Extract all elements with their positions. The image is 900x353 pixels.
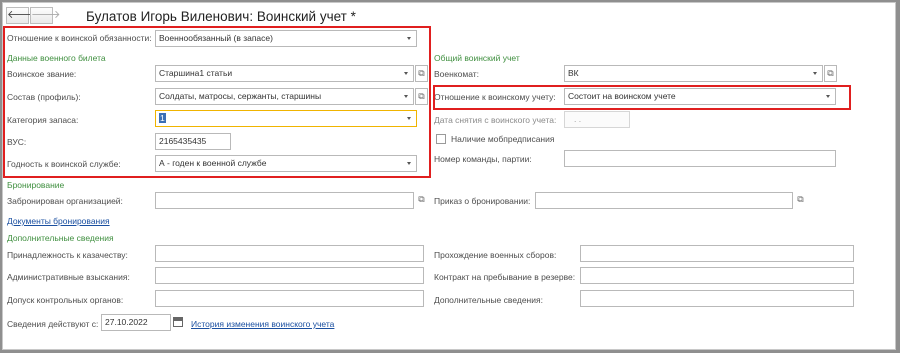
access-input[interactable] [155, 290, 424, 307]
booking-org-input[interactable] [155, 192, 414, 209]
cossack-input[interactable] [155, 245, 424, 262]
booking-org-open-icon[interactable]: ⧉ [415, 192, 428, 209]
team-number-label: Номер команды, партии: [434, 154, 532, 164]
forward-arrow-icon: 🡒 [31, 9, 61, 21]
commissariat-select[interactable]: ВК [564, 65, 823, 82]
team-number-input[interactable] [564, 150, 836, 167]
booking-section-title: Бронирование [7, 180, 65, 190]
contract-input[interactable] [580, 267, 854, 284]
booking-order-open-icon[interactable]: ⧉ [794, 192, 807, 209]
extra-info-input[interactable] [580, 290, 854, 307]
additional-section-title: Дополнительные сведения [7, 233, 114, 243]
removal-date-input[interactable]: . . [564, 111, 630, 128]
commissariat-open-icon[interactable]: ⧉ [824, 65, 837, 82]
form-window: 🡐 🡒 Булатов Игорь Виленович: Воинский уч… [2, 2, 896, 350]
cossack-label: Принадлежность к казачеству: [7, 250, 128, 260]
commissariat-value: ВК [568, 68, 579, 78]
training-input[interactable] [580, 245, 854, 262]
left-highlight-box [3, 26, 431, 178]
chevron-down-icon[interactable] [808, 66, 822, 81]
history-link[interactable]: История изменения воинского учета [191, 318, 334, 330]
forward-button[interactable]: 🡒 [30, 7, 61, 24]
booking-order-input[interactable] [535, 192, 793, 209]
valid-from-label: Сведения действуют с: [7, 319, 99, 329]
booking-org-label: Забронирован организацией: [7, 196, 123, 206]
penalty-label: Административные взыскания: [7, 272, 130, 282]
page-title: Булатов Игорь Виленович: Воинский учет * [86, 9, 356, 24]
penalty-input[interactable] [155, 267, 424, 284]
back-button[interactable]: 🡐 [6, 7, 37, 24]
access-label: Допуск контрольных органов: [7, 295, 124, 305]
removal-date-value: . . [574, 114, 582, 124]
booking-documents-link[interactable]: Документы бронирования [7, 215, 110, 227]
valid-from-value: 27.10.2022 [105, 317, 148, 327]
mob-order-checkbox[interactable] [436, 134, 446, 144]
registration-highlight-box [433, 85, 851, 110]
contract-label: Контракт на пребывание в резерве: [434, 272, 576, 282]
booking-order-label: Приказ о бронировании: [434, 196, 531, 206]
commissariat-label: Военкомат: [434, 69, 479, 79]
mob-order-label: Наличие мобпредписания [451, 134, 555, 144]
calendar-icon[interactable] [173, 317, 183, 327]
extra-info-label: Дополнительные сведения: [434, 295, 543, 305]
training-label: Прохождение военных сборов: [434, 250, 557, 260]
removal-date-label: Дата снятия с воинского учета: [434, 115, 557, 125]
registration-section-title: Общий воинский учет [434, 53, 520, 63]
valid-from-input[interactable]: 27.10.2022 [101, 314, 171, 331]
